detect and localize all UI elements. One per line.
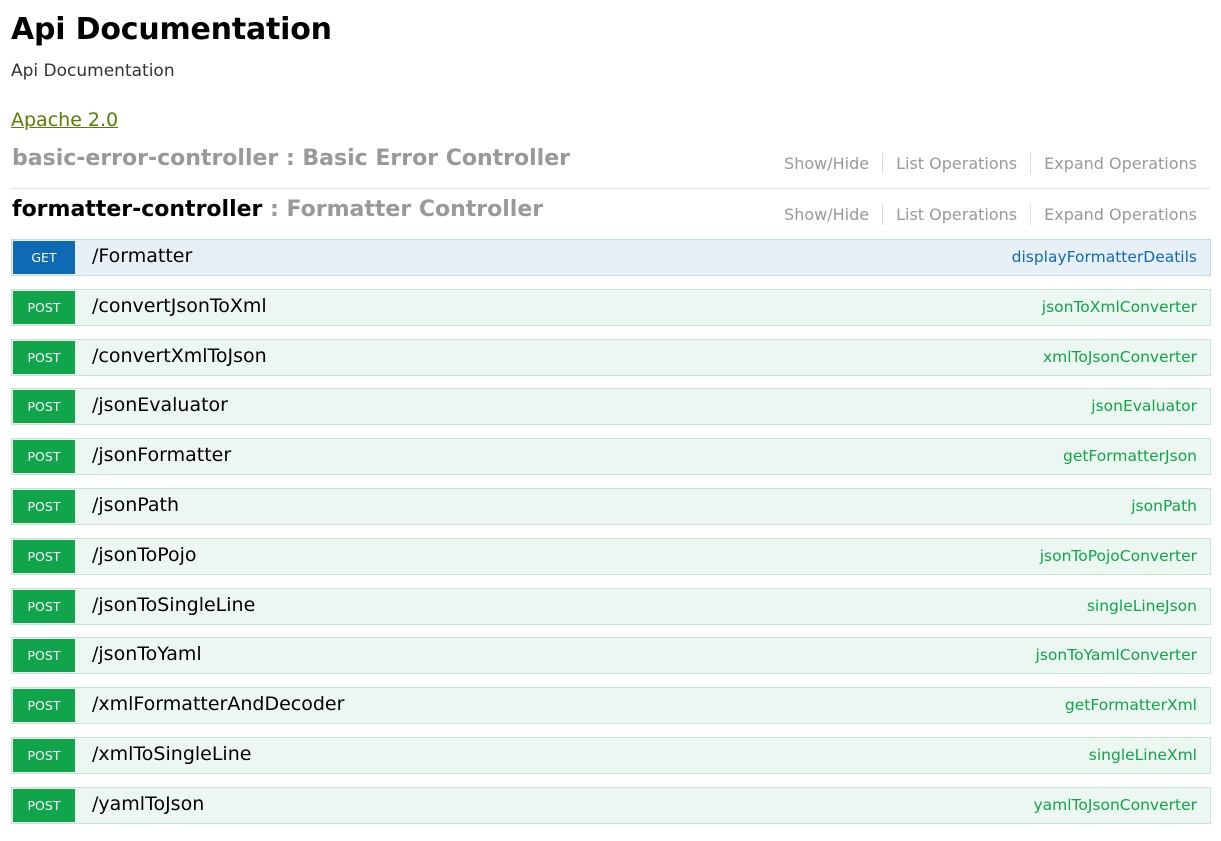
resource-title[interactable]: basic-error-controller : Basic Error Con… [12, 146, 570, 171]
endpoint-row[interactable]: POST /jsonToPojo jsonToPojoConverter [11, 537, 1211, 575]
endpoint-row[interactable]: POST /jsonEvaluator jsonEvaluator [11, 388, 1211, 426]
resource-header: basic-error-controller : Basic Error Con… [11, 146, 1210, 186]
http-method-badge[interactable]: POST [13, 489, 75, 523]
endpoint-path[interactable]: /jsonFormatter [92, 444, 231, 466]
resource-name[interactable]: basic-error-controller [12, 146, 278, 171]
endpoint-row[interactable]: POST /jsonToSingleLine singleLineJson [11, 587, 1211, 625]
operations-divider [882, 153, 884, 174]
http-method-badge[interactable]: POST [13, 788, 75, 822]
page-title: Api Documentation [11, 12, 332, 47]
swagger-page: Api Documentation Api Documentation Apac… [0, 0, 1221, 841]
endpoint-row[interactable]: POST /xmlFormatterAndDecoder getFormatte… [11, 687, 1211, 725]
endpoint-row[interactable]: POST /yamlToJson yamlToJsonConverter [11, 786, 1211, 824]
endpoint-nickname[interactable]: getFormatterXml [1065, 696, 1197, 714]
endpoint-nickname[interactable]: singleLineJson [1087, 597, 1197, 615]
resource-separator: : [262, 197, 287, 222]
endpoint-row[interactable]: POST /jsonFormatter getFormatterJson [11, 438, 1211, 476]
expand-operations-link[interactable]: Expand Operations [1044, 205, 1197, 224]
endpoint-path[interactable]: /jsonEvaluator [92, 394, 228, 416]
endpoint-path[interactable]: /yamlToJson [92, 793, 204, 815]
show-hide-link[interactable]: Show/Hide [784, 205, 869, 224]
endpoint-path[interactable]: /Formatter [92, 245, 192, 267]
endpoint-nickname[interactable]: jsonPath [1131, 497, 1197, 515]
http-method-badge[interactable]: POST [13, 390, 75, 424]
endpoint-path[interactable]: /convertJsonToXml [92, 295, 267, 317]
http-method-badge[interactable]: POST [13, 539, 75, 573]
show-hide-link[interactable]: Show/Hide [784, 154, 869, 173]
endpoint-path[interactable]: /jsonPath [92, 494, 179, 516]
operations-divider [1030, 204, 1032, 225]
endpoint-path[interactable]: /jsonToSingleLine [92, 594, 255, 616]
endpoint-nickname[interactable]: jsonToXmlConverter [1042, 298, 1197, 316]
endpoint-row[interactable]: POST /convertJsonToXml jsonToXmlConverte… [11, 288, 1211, 326]
resource-operations: Show/Hide List Operations Expand Operati… [784, 204, 1197, 225]
endpoint-nickname[interactable]: getFormatterJson [1063, 447, 1197, 465]
resource-header: formatter-controller : Formatter Control… [11, 197, 1210, 237]
resource-name[interactable]: formatter-controller [12, 197, 262, 222]
endpoint-path[interactable]: /convertXmlToJson [92, 345, 267, 367]
endpoint-nickname[interactable]: jsonToYamlConverter [1036, 646, 1197, 664]
resource-description: Formatter Controller [286, 197, 544, 222]
resource-description: Basic Error Controller [302, 146, 570, 171]
page-description: Api Documentation [11, 61, 175, 81]
endpoint-nickname[interactable]: displayFormatterDeatils [1012, 248, 1197, 266]
operations-divider [882, 204, 884, 225]
http-method-badge[interactable]: POST [13, 440, 75, 474]
endpoint-nickname[interactable]: jsonToPojoConverter [1040, 547, 1197, 565]
resource-separator: : [278, 146, 303, 171]
endpoint-row[interactable]: POST /jsonPath jsonPath [11, 487, 1211, 525]
endpoint-row[interactable]: GET /Formatter displayFormatterDeatils [11, 239, 1211, 276]
endpoint-nickname[interactable]: xmlToJsonConverter [1043, 348, 1197, 366]
http-method-badge[interactable]: POST [13, 340, 75, 374]
operations-divider [1030, 153, 1032, 174]
http-method-badge[interactable]: POST [13, 589, 75, 623]
endpoint-list: GET /Formatter displayFormatterDeatils P… [11, 239, 1211, 837]
http-method-badge[interactable]: POST [13, 290, 75, 324]
resource-divider [11, 188, 1210, 189]
resource-basic-error-controller: basic-error-controller : Basic Error Con… [11, 146, 1210, 186]
list-operations-link[interactable]: List Operations [896, 154, 1017, 173]
endpoint-path[interactable]: /xmlToSingleLine [92, 743, 251, 765]
endpoint-path[interactable]: /jsonToYaml [92, 643, 202, 665]
endpoint-row[interactable]: POST /convertXmlToJson xmlToJsonConverte… [11, 338, 1211, 376]
endpoint-row[interactable]: POST /jsonToYaml jsonToYamlConverter [11, 637, 1211, 675]
http-method-badge[interactable]: POST [13, 738, 75, 772]
http-method-badge[interactable]: POST [13, 639, 75, 673]
endpoint-nickname[interactable]: jsonEvaluator [1091, 397, 1197, 415]
endpoint-nickname[interactable]: yamlToJsonConverter [1033, 796, 1197, 814]
endpoint-row[interactable]: POST /xmlToSingleLine singleLineXml [11, 736, 1211, 774]
resource-title[interactable]: formatter-controller : Formatter Control… [12, 197, 543, 222]
endpoint-path[interactable]: /xmlFormatterAndDecoder [92, 693, 344, 715]
endpoint-path[interactable]: /jsonToPojo [92, 544, 197, 566]
http-method-badge[interactable]: POST [13, 689, 75, 723]
resource-operations: Show/Hide List Operations Expand Operati… [784, 153, 1197, 174]
list-operations-link[interactable]: List Operations [896, 205, 1017, 224]
endpoint-nickname[interactable]: singleLineXml [1089, 746, 1197, 764]
expand-operations-link[interactable]: Expand Operations [1044, 154, 1197, 173]
http-method-badge[interactable]: GET [13, 241, 75, 274]
license-link[interactable]: Apache 2.0 [11, 109, 118, 131]
resource-formatter-controller: formatter-controller : Formatter Control… [11, 197, 1210, 237]
